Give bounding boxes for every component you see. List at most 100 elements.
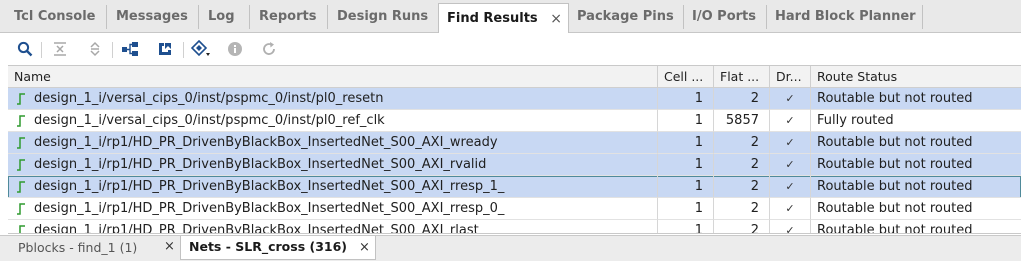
flat-pin-count: 2	[714, 132, 770, 154]
net-name-cell: design_1_i/rp1/HD_PR_DrivenByBlackBox_In…	[8, 176, 658, 198]
tab-io-ports[interactable]: I/O Ports	[684, 5, 767, 29]
tab-tcl-console[interactable]: Tcl Console	[6, 5, 107, 29]
flat-pin-count: 2	[714, 154, 770, 176]
checkmark-icon: ✓	[770, 154, 811, 176]
tab-pblocks-find[interactable]: Pblocks - find_1 (1)	[18, 237, 137, 259]
search-icon[interactable]	[14, 38, 36, 60]
tab-label: Design Runs	[337, 9, 429, 24]
net-name: design_1_i/rp1/HD_PR_DrivenByBlackBox_In…	[34, 157, 487, 172]
table-row[interactable]: design_1_i/rp1/HD_PR_DrivenByBlackBox_In…	[8, 220, 1021, 234]
tab-design-runs[interactable]: Design Runs	[329, 5, 439, 29]
column-header-route-status[interactable]: Route Status	[811, 66, 1021, 87]
checkmark-icon: ✓	[770, 220, 811, 233]
tab-log[interactable]: Log	[200, 5, 250, 29]
route-status: Routable but not routed	[811, 176, 1021, 198]
net-name: design_1_i/rp1/HD_PR_DrivenByBlackBox_In…	[34, 223, 479, 234]
toolbar	[0, 34, 1021, 64]
tab-reports[interactable]: Reports	[251, 5, 328, 29]
table-row[interactable]: design_1_i/rp1/HD_PR_DrivenByBlackBox_In…	[8, 176, 1021, 198]
net-icon	[19, 225, 25, 233]
checkmark-icon: ✓	[770, 88, 811, 110]
net-icon	[17, 93, 25, 105]
checkmark-icon: ✓	[770, 110, 811, 132]
route-status: Fully routed	[811, 110, 1021, 132]
tab-nets-slr-cross[interactable]: Nets - SLR_cross (316) ×	[180, 236, 376, 260]
net-name: design_1_i/versal_cips_0/inst/pspmc_0/in…	[34, 91, 384, 106]
cell-count: 1	[658, 110, 714, 132]
flat-pin-count: 5857	[714, 110, 770, 132]
net-icon	[17, 181, 25, 193]
close-icon[interactable]: ×	[164, 239, 175, 254]
table-header: Name Cell ... Flat ... Dr... Route Statu…	[8, 66, 1021, 88]
cell-count: 1	[658, 176, 714, 198]
result-set-tab-bar: Pblocks - find_1 (1) × Nets - SLR_cross …	[0, 235, 1021, 261]
tab-label: Log	[208, 9, 235, 24]
info-icon[interactable]	[224, 38, 246, 60]
save-to-file-icon[interactable]	[154, 38, 176, 60]
table-row[interactable]: design_1_i/versal_cips_0/inst/pspmc_0/in…	[8, 88, 1021, 110]
column-header-cell-count[interactable]: Cell ...	[658, 66, 714, 87]
net-icon	[17, 115, 25, 127]
tab-label: Pblocks - find_1 (1)	[18, 240, 138, 255]
cell-count: 1	[658, 220, 714, 233]
net-icon	[17, 159, 25, 171]
flat-pin-count: 2	[714, 220, 770, 233]
checkmark-icon: ✓	[770, 198, 811, 220]
column-header-name[interactable]: Name	[8, 66, 658, 87]
tab-find-results[interactable]: Find Results ×	[438, 3, 569, 33]
route-status: Routable but not routed	[811, 88, 1021, 110]
flat-pin-count: 2	[714, 198, 770, 220]
tab-label: Find Results	[447, 11, 538, 26]
tab-label: Messages	[116, 9, 188, 24]
net-name: design_1_i/rp1/HD_PR_DrivenByBlackBox_In…	[34, 201, 505, 216]
net-name-cell: design_1_i/rp1/HD_PR_DrivenByBlackBox_In…	[8, 154, 658, 176]
net-name: design_1_i/versal_cips_0/inst/pspmc_0/in…	[34, 113, 385, 128]
close-icon[interactable]: ×	[359, 237, 370, 259]
net-name-cell: design_1_i/rp1/HD_PR_DrivenByBlackBox_In…	[8, 220, 658, 234]
table-row[interactable]: design_1_i/rp1/HD_PR_DrivenByBlackBox_In…	[8, 154, 1021, 176]
tab-label: Tcl Console	[14, 9, 96, 24]
route-status: Routable but not routed	[811, 198, 1021, 220]
column-header-driver[interactable]: Dr...	[770, 66, 811, 87]
tab-label: Nets - SLR_cross (316)	[189, 239, 348, 254]
close-icon[interactable]: ×	[550, 4, 562, 34]
route-status: Routable but not routed	[811, 154, 1021, 176]
net-name-cell: design_1_i/versal_cips_0/inst/pspmc_0/in…	[8, 110, 658, 132]
tab-label: Hard Block Planner	[775, 9, 916, 24]
cell-count: 1	[658, 132, 714, 154]
net-name: design_1_i/rp1/HD_PR_DrivenByBlackBox_In…	[34, 179, 505, 194]
tab-messages[interactable]: Messages	[108, 5, 199, 29]
tab-label: Package Pins	[577, 9, 674, 24]
hierarchy-icon[interactable]	[119, 38, 141, 60]
cell-count: 1	[658, 198, 714, 220]
net-icon	[17, 137, 25, 149]
flat-pin-count: 2	[714, 176, 770, 198]
tab-package-pins[interactable]: Package Pins	[569, 5, 684, 29]
top-tab-bar: Tcl Console Messages Log Reports Design …	[0, 0, 1021, 33]
checkmark-icon: ✓	[770, 132, 811, 154]
tab-hard-block-planner[interactable]: Hard Block Planner	[767, 5, 923, 29]
table-row[interactable]: design_1_i/rp1/HD_PR_DrivenByBlackBox_In…	[8, 198, 1021, 220]
route-status: Routable but not routed	[811, 220, 1021, 233]
tab-label: I/O Ports	[692, 9, 756, 24]
expand-all-icon[interactable]	[84, 38, 106, 60]
flat-pin-count: 2	[714, 88, 770, 110]
cell-count: 1	[658, 154, 714, 176]
table-row[interactable]: design_1_i/versal_cips_0/inst/pspmc_0/in…	[8, 110, 1021, 132]
collapse-all-icon[interactable]	[49, 38, 71, 60]
net-name-cell: design_1_i/rp1/HD_PR_DrivenByBlackBox_In…	[8, 132, 658, 154]
net-name-cell: design_1_i/rp1/HD_PR_DrivenByBlackBox_In…	[8, 198, 658, 220]
results-table: Name Cell ... Flat ... Dr... Route Statu…	[8, 65, 1021, 234]
cell-count: 1	[658, 88, 714, 110]
net-name-cell: design_1_i/versal_cips_0/inst/pspmc_0/in…	[8, 88, 658, 110]
properties-icon[interactable]	[190, 38, 212, 60]
refresh-icon[interactable]	[258, 38, 280, 60]
net-name: design_1_i/rp1/HD_PR_DrivenByBlackBox_In…	[34, 135, 498, 150]
table-row[interactable]: design_1_i/rp1/HD_PR_DrivenByBlackBox_In…	[8, 132, 1021, 154]
net-icon	[17, 203, 25, 215]
find-results-panel: Tcl Console Messages Log Reports Design …	[0, 0, 1021, 261]
tab-label: Reports	[259, 9, 317, 24]
route-status: Routable but not routed	[811, 132, 1021, 154]
checkmark-icon: ✓	[770, 176, 811, 198]
column-header-flat-pin-count[interactable]: Flat ...	[714, 66, 770, 87]
